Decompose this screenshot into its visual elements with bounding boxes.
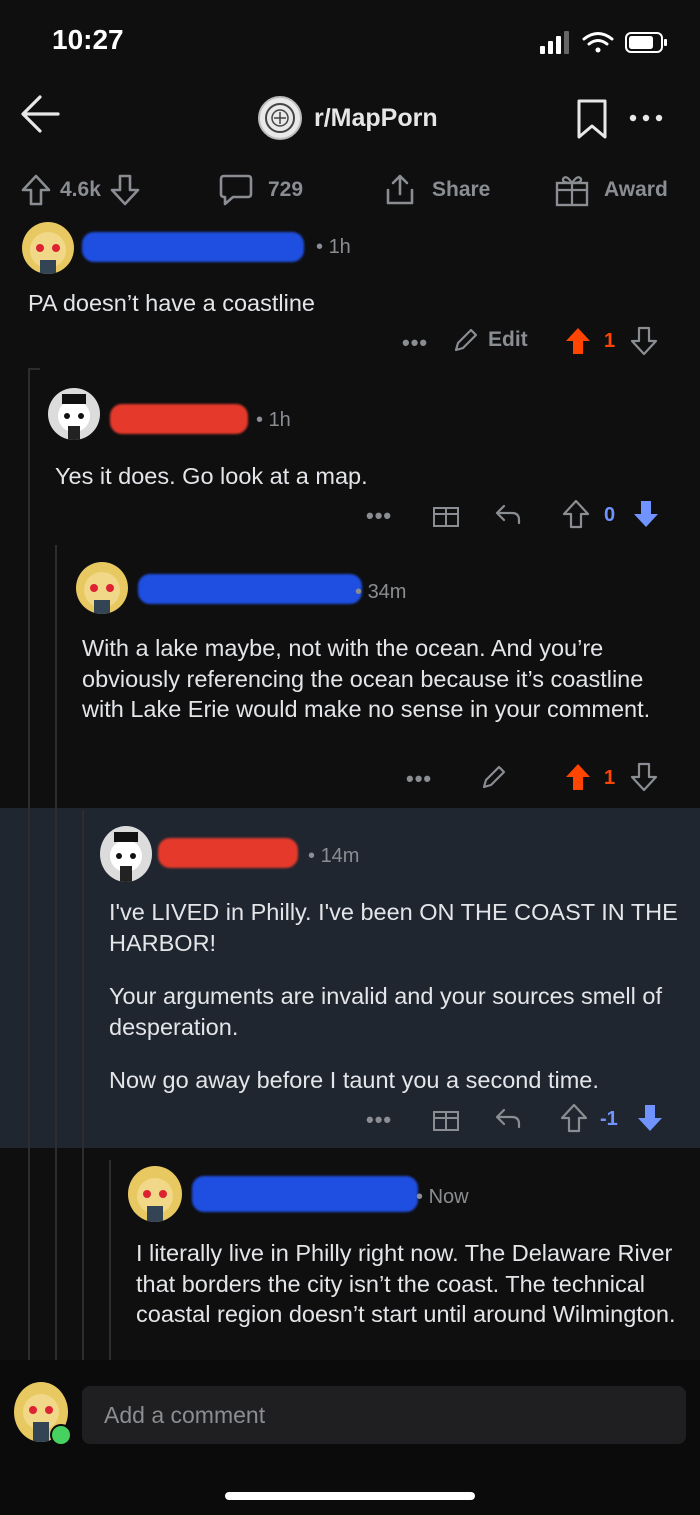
post-score: 4.6k [60,178,101,201]
comment-body: Yes it does. Go look at a map. [55,463,368,489]
downvote-filled-icon[interactable] [632,499,660,529]
downvote-arrow-icon[interactable] [109,173,141,207]
comment-score: 1 [604,767,616,789]
redacted-username [158,838,298,868]
award-label: Award [604,178,668,201]
redacted-username [192,1176,418,1212]
avatar[interactable] [48,388,100,440]
battery-icon [625,32,667,53]
post-action-bar: 4.6k 729 Share Award [0,162,700,218]
comment-bubble-icon [219,174,253,206]
comment-body: PA doesn’t have a coastline [28,290,315,316]
thread-line [109,1160,111,1360]
downvote-arrow-icon[interactable] [630,326,658,356]
redacted-username [138,574,362,604]
cellular-signal-icon [540,31,569,54]
wifi-icon [582,32,614,53]
subreddit-header[interactable]: r/MapPorn [258,96,438,140]
online-status-dot [50,1424,72,1446]
avatar[interactable] [128,1166,182,1222]
share-label: Share [432,178,491,201]
comment-time: • 34m [355,581,407,603]
comment-body-para-3: Now go away before I taunt you a second … [109,1067,599,1093]
comment-score: 0 [604,504,616,526]
pencil-icon[interactable] [480,763,508,791]
gift-icon [555,176,589,207]
reply-icon[interactable] [494,500,522,528]
gift-icon[interactable] [432,1104,460,1132]
comment-score: -1 [600,1108,618,1130]
share-icon [386,174,414,205]
comment-input-placeholder: Add a comment [104,1402,266,1428]
avatar[interactable] [100,826,152,882]
subreddit-icon [258,96,302,140]
thread-connector [28,368,40,370]
comment-body: With a lake maybe, not with the ocean. A… [82,635,651,722]
award-button[interactable]: Award [554,162,668,218]
comments-button[interactable]: 729 [218,162,303,218]
time-value: Now [428,1186,469,1208]
reply-icon[interactable] [494,1104,522,1132]
comment-body-para-1: I've LIVED in Philly. I've been ON THE C… [109,899,678,956]
subreddit-title: r/MapPorn [314,103,438,132]
upvote-arrow-icon[interactable] [20,173,52,207]
bookmark-icon[interactable] [576,98,608,140]
home-indicator[interactable] [225,1492,475,1500]
time-value: 14m [320,845,360,867]
share-button[interactable]: Share [382,162,490,218]
edit-label: Edit [488,328,528,351]
downvote-arrow-icon[interactable] [630,762,658,792]
downvote-filled-icon[interactable] [636,1103,664,1133]
comment-time: • 1h [316,236,351,258]
comment-more-icon[interactable]: ••• [366,503,392,529]
redacted-username [110,404,248,434]
thread-line [28,368,30,1360]
comment-more-icon[interactable]: ••• [402,330,428,356]
time-value: 1h [268,409,291,431]
thread-line [55,545,57,1360]
comment-body-para-2: Your arguments are invalid and your sour… [109,983,662,1040]
gift-icon[interactable] [432,500,460,528]
upvote-filled-icon[interactable] [564,762,592,792]
avatar[interactable] [22,222,74,274]
edit-button[interactable]: Edit [452,326,528,354]
comment-more-icon[interactable]: ••• [406,766,432,792]
comment-count: 729 [268,178,304,201]
back-arrow-icon[interactable] [18,92,62,136]
upvote-arrow-icon[interactable] [562,499,590,529]
upvote-arrow-icon[interactable] [560,1103,588,1133]
time-value: 1h [328,236,351,258]
comment-score: 1 [604,330,616,352]
comment-time: • 14m [308,845,360,867]
status-time: 10:27 [52,24,124,55]
time-value: 34m [367,581,407,603]
status-icons [540,31,667,54]
pencil-icon [454,328,478,352]
comment-time: • 1h [256,409,291,431]
comment-time: • Now [416,1186,469,1208]
upvote-filled-icon[interactable] [564,326,592,356]
avatar[interactable] [76,562,128,614]
more-options-icon[interactable] [628,108,664,128]
comment-more-icon[interactable]: ••• [366,1107,392,1133]
thread-line [82,810,84,1360]
redacted-username [82,232,304,262]
comment-body: I literally live in Philly right now. Th… [136,1240,676,1327]
vote-group: 4.6k [20,162,141,218]
